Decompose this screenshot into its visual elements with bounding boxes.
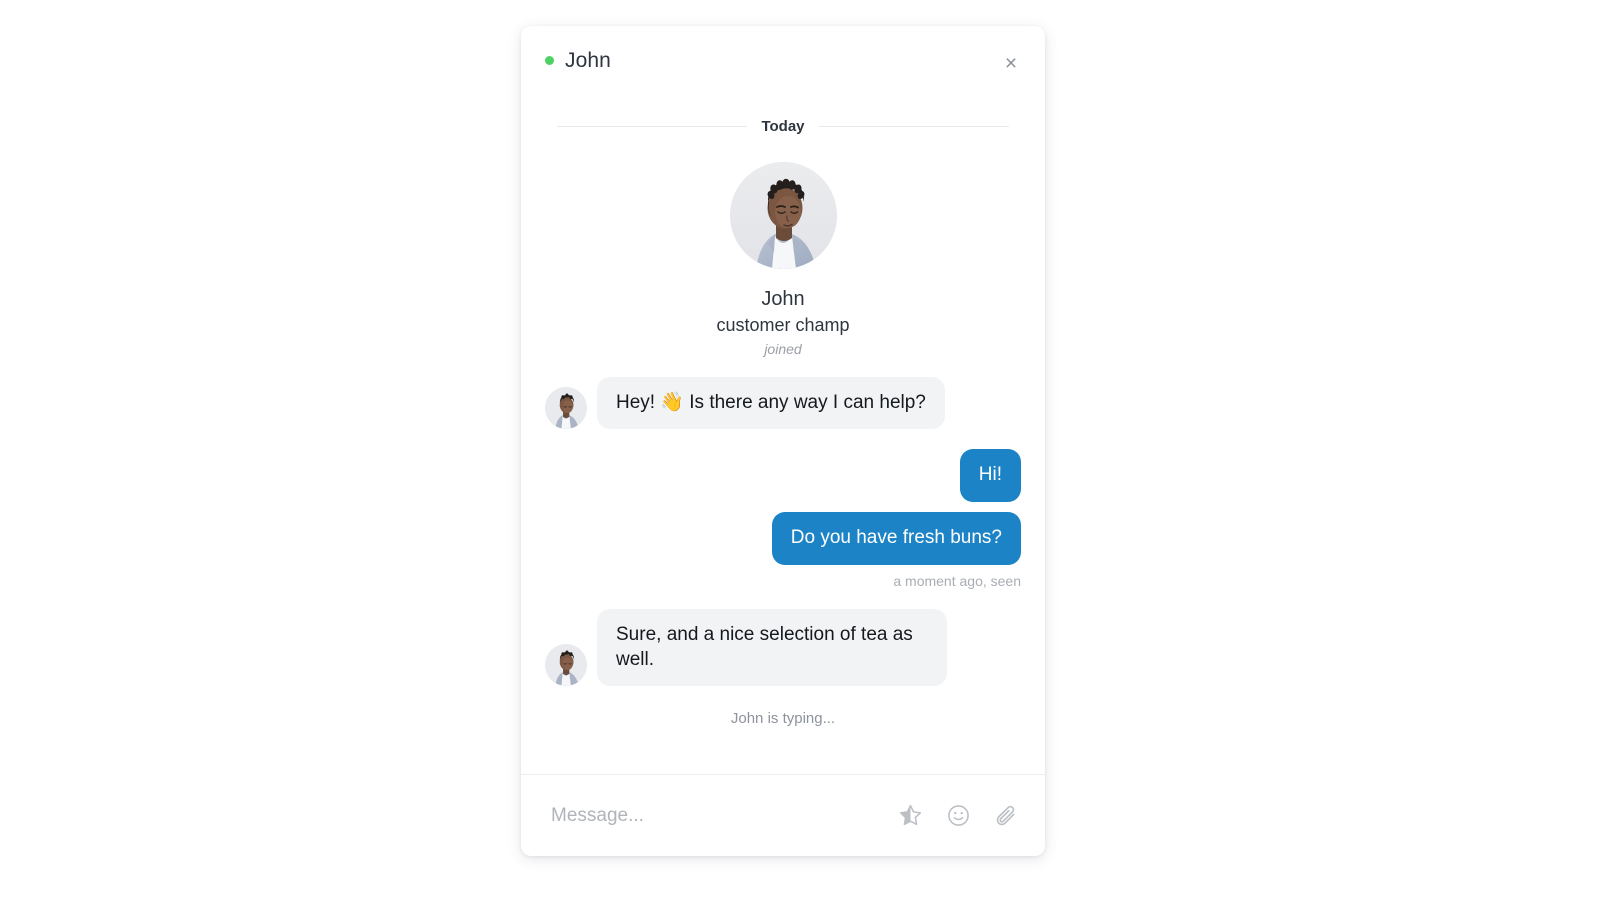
message-composer [521,774,1045,856]
message-bubble: Sure, and a nice selection of tea as wel… [597,608,947,687]
avatar-photo-small [545,644,587,687]
conversation-body: Today John customer champ joined Hey! 👋 … [521,94,1045,774]
emoji-smiley-icon[interactable] [943,801,973,831]
message-input[interactable] [551,804,881,827]
profile-name: John [761,288,805,310]
message-avatar [545,644,587,687]
message-row-outgoing: Hi! [545,449,1021,503]
divider-rule-right [818,126,1009,127]
page-title: John [565,48,611,72]
avatar [729,162,837,269]
rate-star-icon[interactable] [895,801,925,831]
message-row-outgoing: Do you have fresh buns? [545,512,1021,565]
message-row-incoming: Hey! 👋 Is there any way I can help? [545,376,1021,430]
typing-indicator: John is typing... [730,710,836,728]
message-row-incoming: Sure, and a nice selection of tea as wel… [545,608,1021,687]
screen-root: John × Today John customer champ joined … [0,0,1600,900]
message-bubble: Hey! 👋 Is there any way I can help? [597,376,945,430]
attachment-paperclip-icon[interactable] [991,801,1021,831]
message-avatar [545,387,587,430]
message-bubble: Do you have fresh buns? [771,512,1021,565]
chat-widget: John × Today John customer champ joined … [521,26,1045,856]
profile-joined-label: joined [764,340,802,357]
widget-header: John × [521,26,1045,94]
agent-profile-card: John customer champ joined [545,162,1021,357]
online-status-dot [545,55,554,65]
composer-actions [895,801,1021,831]
divider-rule-left [557,126,748,127]
message-bubble: Hi! [959,449,1021,503]
day-divider-label: Today [761,118,805,135]
avatar-photo-small [545,387,587,430]
profile-role: customer champ [716,315,850,335]
delivery-status: a moment ago, seen [893,572,1021,589]
day-divider: Today [557,118,1009,135]
close-icon[interactable]: × [997,49,1025,77]
avatar-photo [729,162,837,269]
